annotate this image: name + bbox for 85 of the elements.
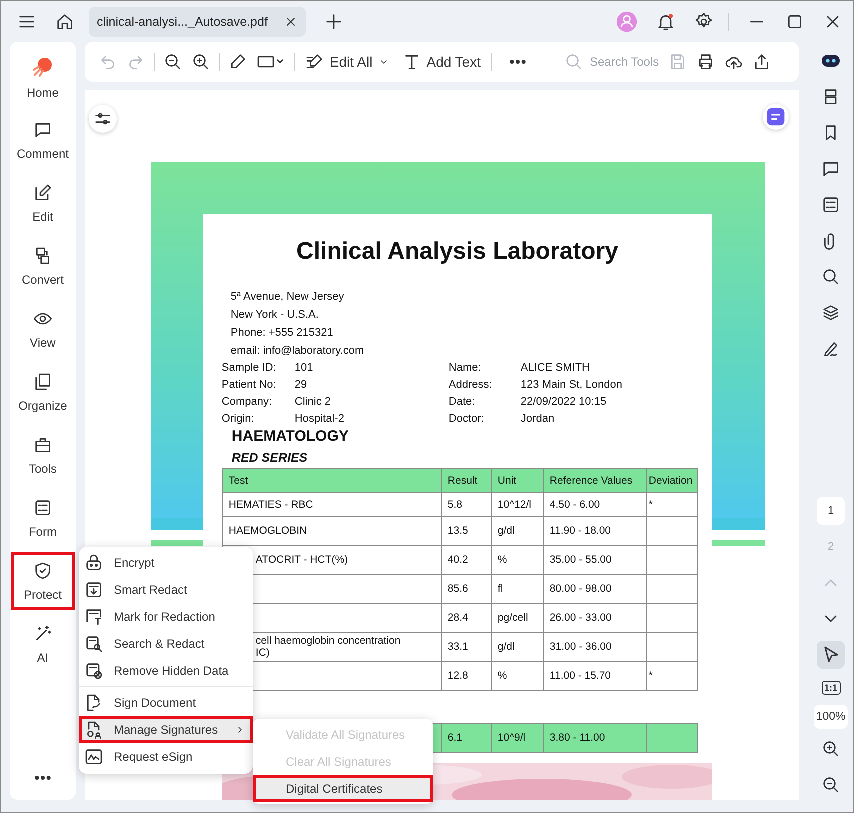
menu-item[interactable]: Digital Certificates: [253, 775, 433, 802]
sidebar-item[interactable]: Edit: [10, 174, 75, 232]
table-cell: 5.8: [448, 498, 463, 510]
table-cell: *: [648, 670, 654, 682]
menu-item[interactable]: Request eSign: [79, 743, 253, 770]
field-label: Address:: [448, 378, 494, 393]
address-line: 5ª Avenue, New Jersey: [230, 290, 346, 305]
field-label: Sample ID:: [222, 361, 278, 376]
table-cell: 13.5: [448, 525, 468, 537]
table-cell: 12.8: [448, 670, 468, 682]
actual-size-button[interactable]: 1:1: [822, 681, 841, 695]
column-header: Unit: [491, 468, 544, 492]
subsection-heading: RED SERIES: [230, 450, 309, 467]
sidebar-item[interactable]: Form: [10, 489, 75, 547]
table-cell: 10^9/l: [498, 732, 526, 744]
table-cell: 28.4: [448, 612, 468, 624]
field-value: ALICE SMITH: [520, 361, 591, 376]
sidebar-item[interactable]: Organize: [10, 363, 75, 421]
document-title: Clinical Analysis Laboratory: [296, 237, 620, 266]
menu-item[interactable]: Smart Redact: [79, 576, 253, 603]
table-cell: HEMATIES - RBC: [228, 498, 314, 510]
menu-item[interactable]: Search & Redact: [79, 630, 253, 657]
sidebar-item[interactable]: Convert: [10, 237, 75, 295]
document-tab[interactable]: clinical-analysi..._Autosave.pdf: [89, 6, 306, 36]
sidebar-item[interactable]: AI: [10, 615, 75, 673]
page-number[interactable]: 1: [817, 497, 846, 525]
table-cell: pg/cell: [498, 612, 528, 624]
menu-item[interactable]: Encrypt: [79, 549, 253, 576]
field-label: Date:: [448, 395, 476, 410]
field-value: 101: [294, 361, 314, 376]
table-cell: 85.6: [448, 583, 468, 595]
table-cell: 31.00 - 36.00: [550, 641, 612, 653]
field-label: Name:: [448, 361, 482, 376]
field-value: 29: [294, 378, 308, 393]
tab-title: clinical-analysi..._Autosave.pdf: [97, 14, 268, 28]
table-cell: 6.1: [448, 732, 463, 744]
zoom-level[interactable]: 100%: [814, 705, 848, 729]
address-line: Phone: +555 215321: [230, 326, 334, 341]
table-cell: 11.00 - 15.70: [550, 670, 612, 682]
menu-item[interactable]: Remove Hidden Data: [79, 657, 253, 684]
table-cell: 3.80 - 11.00: [550, 732, 606, 744]
add-text-button[interactable]: Add Text: [400, 52, 483, 72]
field-value: 123 Main St, London: [520, 378, 624, 393]
sidebar-item[interactable]: Home: [10, 48, 75, 106]
table-cell: %: [498, 670, 508, 682]
table-cell: 26.00 - 33.00: [550, 612, 612, 624]
table-cell: 80.00 - 98.00: [550, 583, 612, 595]
table-cell: *: [648, 498, 654, 510]
field-value: 22/09/2022 10:15: [520, 395, 608, 410]
menu-item[interactable]: Manage Signatures: [79, 716, 253, 743]
sidebar-item[interactable]: View: [10, 300, 75, 358]
search-field[interactable]: Search Tools: [564, 52, 660, 72]
column-header: Test: [222, 468, 442, 492]
column-header: Reference Values: [543, 468, 646, 492]
sidebar-item[interactable]: Protect: [10, 552, 75, 610]
field-value: Hospital-2: [294, 412, 346, 427]
address-line: New York - U.S.A.: [230, 308, 320, 323]
menu-item[interactable]: Sign Document: [79, 689, 253, 716]
field-label: Patient No:: [222, 378, 278, 393]
sidebar-item[interactable]: Comment: [10, 111, 75, 169]
sidebar-item[interactable]: Tools: [10, 426, 75, 484]
table-cell: 33.1: [448, 641, 468, 653]
column-header: Deviation: [646, 468, 698, 492]
field-value: Clinic 2: [294, 395, 332, 410]
table-cell: cell haemoglobin concentration IC): [256, 635, 401, 659]
table-cell: 35.00 - 55.00: [550, 554, 612, 566]
table-cell: fl: [498, 583, 504, 595]
table-cell: HAEMOGLOBIN: [228, 525, 308, 537]
table-cell: g/dl: [498, 641, 515, 653]
table-cell: ATOCRIT - HCT(%): [256, 554, 348, 566]
table-cell: 40.2: [448, 554, 468, 566]
edit-all-button[interactable]: Edit All: [302, 52, 392, 72]
field-label: Doctor:: [448, 412, 486, 427]
table-cell: %: [498, 554, 508, 566]
menu-item[interactable]: Mark for Redaction: [79, 603, 253, 630]
field-label: Company:: [222, 395, 274, 410]
table-cell: 10^12/l: [498, 498, 532, 510]
section-heading: HAEMATOLOGY: [230, 428, 350, 446]
table-cell: 4.50 - 6.00: [550, 498, 600, 510]
field-value: Jordan: [520, 412, 556, 427]
table-cell: 11.90 - 18.00: [550, 525, 612, 537]
field-label: Origin:: [222, 412, 256, 427]
table-cell: g/dl: [498, 525, 515, 537]
address-line: email: info@laboratory.com: [230, 344, 366, 359]
column-header: Result: [441, 468, 492, 492]
